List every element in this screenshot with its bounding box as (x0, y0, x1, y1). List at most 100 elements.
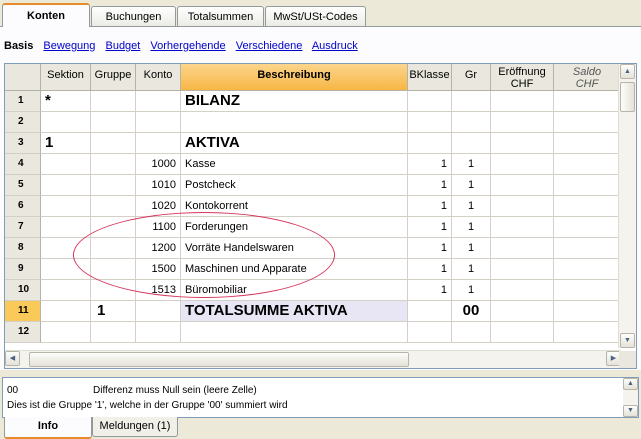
cell-saldo[interactable] (554, 175, 621, 196)
tab-totalsummen[interactable]: Totalsummen (177, 6, 264, 26)
row-number[interactable]: 5 (5, 175, 41, 196)
cell-eroeffnung[interactable] (491, 217, 554, 238)
column-header-konto[interactable]: Konto (136, 64, 181, 91)
table-row[interactable]: 8 1200 Vorräte Handelswaren 1 1 (5, 238, 625, 259)
cell-gr[interactable] (452, 133, 491, 154)
cell-konto[interactable] (136, 301, 181, 322)
cell-eroeffnung[interactable] (491, 112, 554, 133)
cell-konto[interactable]: 1513 (136, 280, 181, 301)
cell-sektion[interactable] (41, 217, 91, 238)
cell-eroeffnung[interactable] (491, 196, 554, 217)
cell-saldo[interactable] (554, 322, 621, 343)
scroll-up-icon[interactable]: ▲ (620, 64, 635, 79)
cell-sektion[interactable] (41, 259, 91, 280)
cell-gr[interactable] (452, 322, 491, 343)
cell-bklasse[interactable]: 1 (408, 217, 452, 238)
cell-eroeffnung[interactable] (491, 280, 554, 301)
view-budget-link[interactable]: Budget (105, 40, 140, 52)
cell-saldo[interactable] (554, 196, 621, 217)
column-header-gruppe[interactable]: Gruppe (91, 64, 136, 91)
column-header-bklasse[interactable]: BKlasse (408, 64, 452, 91)
cell-gruppe[interactable] (91, 175, 136, 196)
row-number[interactable]: 1 (5, 91, 41, 112)
column-header-saldo[interactable]: Saldo CHF (554, 64, 621, 91)
cell-konto[interactable] (136, 112, 181, 133)
cell-gr[interactable] (452, 112, 491, 133)
cell-konto[interactable] (136, 91, 181, 112)
info-scroll-up-icon[interactable]: ▲ (623, 378, 638, 390)
table-row[interactable]: 2 (5, 112, 625, 133)
cell-sektion[interactable] (41, 196, 91, 217)
row-number[interactable]: 11 (5, 301, 41, 322)
cell-sektion[interactable] (41, 154, 91, 175)
cell-beschreibung[interactable] (181, 112, 408, 133)
view-ausdruck-link[interactable]: Ausdruck (312, 40, 358, 52)
cell-beschreibung[interactable]: Postcheck (181, 175, 408, 196)
cell-konto[interactable] (136, 133, 181, 154)
cell-konto[interactable]: 1000 (136, 154, 181, 175)
cell-beschreibung[interactable]: TOTALSUMME AKTIVA (181, 301, 408, 322)
cell-gr[interactable]: 1 (452, 154, 491, 175)
cell-gruppe[interactable] (91, 280, 136, 301)
table-row[interactable]: 12 (5, 322, 625, 343)
row-number[interactable]: 7 (5, 217, 41, 238)
cell-konto[interactable]: 1010 (136, 175, 181, 196)
cell-sektion[interactable] (41, 112, 91, 133)
row-number[interactable]: 12 (5, 322, 41, 343)
cell-eroeffnung[interactable] (491, 175, 554, 196)
cell-gruppe[interactable] (91, 238, 136, 259)
table-row[interactable]: 3 1 AKTIVA (5, 133, 625, 154)
cell-gruppe[interactable]: 1 (91, 301, 136, 322)
cell-beschreibung[interactable]: Maschinen und Apparate (181, 259, 408, 280)
horizontal-scroll-thumb[interactable] (29, 352, 409, 367)
cell-beschreibung[interactable] (181, 322, 408, 343)
row-number[interactable]: 2 (5, 112, 41, 133)
cell-gr[interactable]: 1 (452, 196, 491, 217)
cell-saldo[interactable] (554, 154, 621, 175)
table-row[interactable]: 10 1513 Büromobiliar 1 1 (5, 280, 625, 301)
vertical-scrollbar[interactable]: ▲ ▼ (618, 64, 636, 348)
cell-sektion[interactable] (41, 280, 91, 301)
table-row[interactable]: 4 1000 Kasse 1 1 (5, 154, 625, 175)
cell-eroeffnung[interactable] (491, 133, 554, 154)
table-row[interactable]: 5 1010 Postcheck 1 1 (5, 175, 625, 196)
cell-gruppe[interactable] (91, 154, 136, 175)
cell-saldo[interactable] (554, 91, 621, 112)
cell-konto[interactable] (136, 322, 181, 343)
column-header-sektion[interactable]: Sektion (41, 64, 91, 91)
scroll-thumb[interactable] (620, 82, 635, 112)
info-scroll-down-icon[interactable]: ▼ (623, 405, 638, 417)
cell-saldo[interactable] (554, 238, 621, 259)
cell-gr[interactable]: 1 (452, 217, 491, 238)
cell-konto[interactable]: 1200 (136, 238, 181, 259)
cell-sektion[interactable] (41, 175, 91, 196)
cell-beschreibung[interactable]: Kasse (181, 154, 408, 175)
tab-buchungen[interactable]: Buchungen (91, 6, 176, 26)
cell-beschreibung[interactable]: Büromobiliar (181, 280, 408, 301)
cell-bklasse[interactable]: 1 (408, 238, 452, 259)
cell-eroeffnung[interactable] (491, 154, 554, 175)
cell-gr[interactable]: 00 (452, 301, 491, 322)
cell-konto[interactable]: 1100 (136, 217, 181, 238)
cell-saldo[interactable] (554, 133, 621, 154)
table-row[interactable]: 11 1 TOTALSUMME AKTIVA 00 (5, 301, 625, 322)
info-scrollbar[interactable]: ▲ ▼ (623, 378, 638, 417)
cell-gruppe[interactable] (91, 322, 136, 343)
row-number[interactable]: 4 (5, 154, 41, 175)
cell-bklasse[interactable]: 1 (408, 259, 452, 280)
cell-beschreibung[interactable]: Vorräte Handelswaren (181, 238, 408, 259)
cell-saldo[interactable] (554, 259, 621, 280)
table-row[interactable]: 9 1500 Maschinen und Apparate 1 1 (5, 259, 625, 280)
column-header-eroeffnung[interactable]: Eröffnung CHF (491, 64, 554, 91)
view-bewegung-link[interactable]: Bewegung (43, 40, 95, 52)
cell-sektion[interactable]: 1 (41, 133, 91, 154)
cell-eroeffnung[interactable] (491, 301, 554, 322)
cell-saldo[interactable] (554, 280, 621, 301)
cell-konto[interactable]: 1500 (136, 259, 181, 280)
tab-mwst-codes[interactable]: MwSt/USt-Codes (265, 6, 366, 26)
cell-gruppe[interactable] (91, 259, 136, 280)
cell-gr[interactable]: 1 (452, 238, 491, 259)
cell-beschreibung[interactable]: Forderungen (181, 217, 408, 238)
scroll-left-icon[interactable]: ◀ (5, 351, 20, 366)
cell-bklasse[interactable]: 1 (408, 196, 452, 217)
